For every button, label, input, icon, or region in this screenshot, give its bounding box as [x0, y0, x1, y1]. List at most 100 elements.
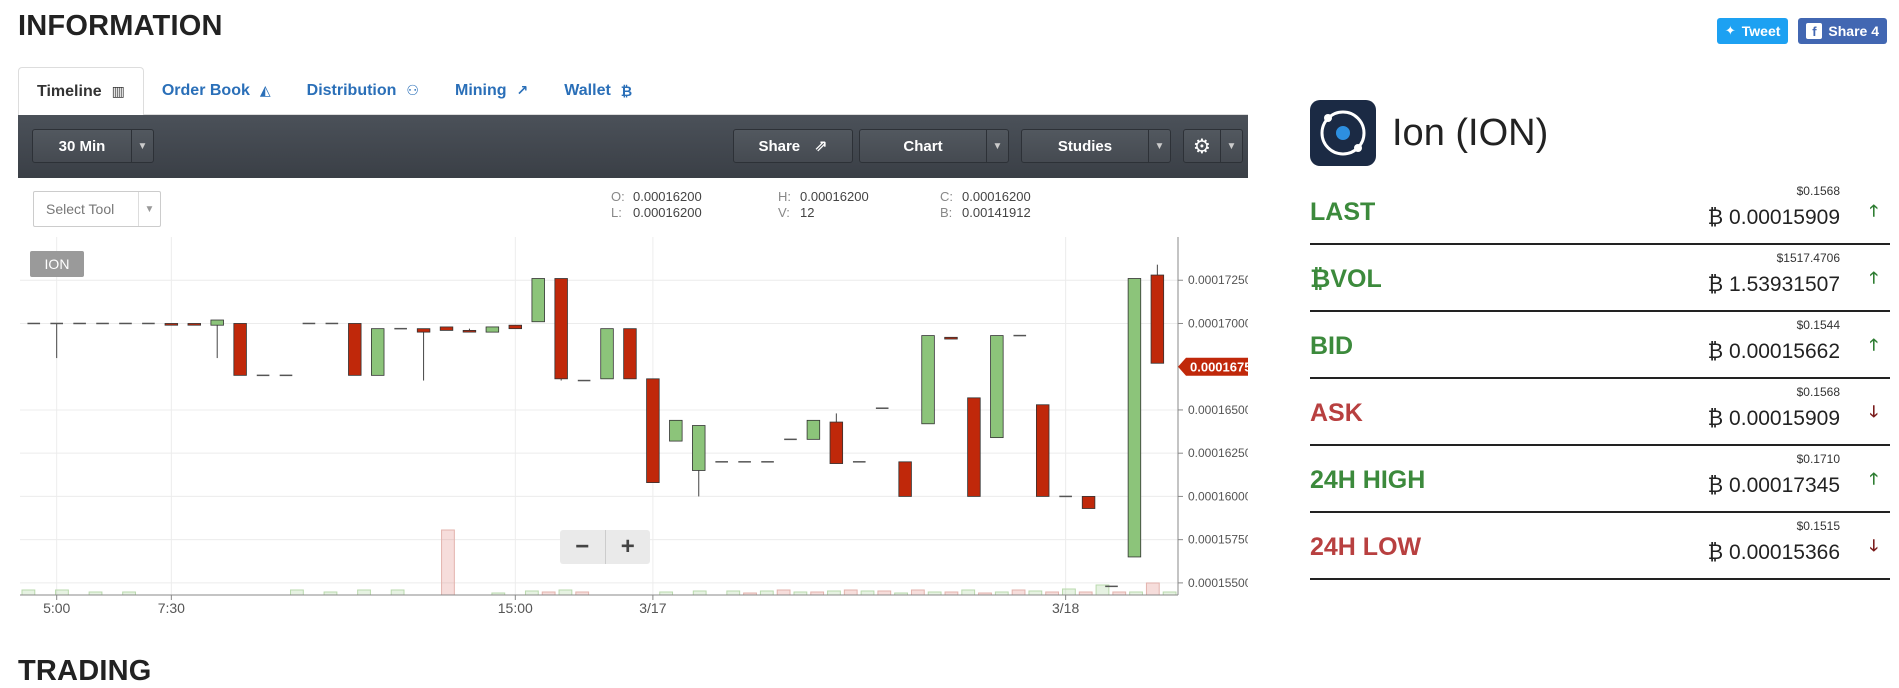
- candle-body: [806, 419, 821, 440]
- social-buttons: ✦ Tweet f Share 4: [1716, 18, 1887, 44]
- tab-label: Order Book: [161, 81, 250, 99]
- volume-bar: [827, 590, 841, 596]
- volume-bar: [55, 589, 69, 596]
- volume-bar: [692, 590, 707, 596]
- volume-bar: [441, 529, 455, 596]
- tab-timeline[interactable]: Timeline ▥: [18, 67, 144, 116]
- candle-body: [623, 328, 637, 380]
- symbol-label: ION: [45, 256, 70, 272]
- ohlc-key: L:: [611, 205, 622, 220]
- candle-body: [600, 328, 614, 380]
- ohlc-volume: 12: [800, 205, 815, 220]
- area-chart-icon: ◭: [259, 82, 271, 98]
- arrow-down-icon: 🡓: [1869, 538, 1878, 555]
- candle-body: [898, 461, 912, 497]
- volume-bar: [726, 590, 741, 596]
- volume-bar: [1062, 588, 1076, 596]
- stat-btc-value: ₿ 0.00017345: [1707, 474, 1840, 497]
- facebook-share-button[interactable]: f Share 4: [1798, 18, 1887, 44]
- twitter-icon: ✦: [1724, 23, 1736, 38]
- candle-body: [921, 335, 935, 425]
- market-stats: LAST $0.1568 ₿ 0.00015909 🡑 ₿VOL $1517.4706 ₿ …: [1310, 178, 1890, 580]
- zoom-in-button[interactable]: +: [606, 530, 651, 564]
- y-tick-label: 0.00017000: [1188, 316, 1248, 330]
- stat-usd-value: $1517.4706: [1776, 251, 1840, 265]
- candle-body: [829, 421, 844, 464]
- candle-body: [485, 326, 500, 333]
- ohlc-close: 0.00016200: [962, 189, 1031, 204]
- stat-row: ASK $0.1568 ₿ 0.00015909 🡓: [1310, 379, 1890, 446]
- chart-panel: 30 Min ▼ Share ⇗ Chart ▼ Studies ▼ ⚙ ▼ S…: [18, 115, 1248, 620]
- coin-header: Ion (ION): [1310, 100, 1548, 166]
- zoom-out-button[interactable]: −: [560, 530, 606, 564]
- ohlc-high: 0.00016200: [800, 189, 869, 204]
- candle-body: [348, 323, 362, 376]
- stat-label: BID: [1310, 332, 1354, 360]
- volume-bar: [290, 589, 304, 596]
- volume-bar: [860, 590, 875, 596]
- share-chart-button[interactable]: Share ⇗: [733, 129, 853, 163]
- stat-label: 24H LOW: [1310, 533, 1422, 561]
- interval-dropdown[interactable]: 30 Min ▼: [32, 129, 154, 163]
- chevron-down-icon: ▼: [1148, 130, 1170, 162]
- volume-bar: [1145, 582, 1160, 596]
- ohlc-open: 0.00016200: [633, 189, 702, 204]
- x-tick-label: 7:30: [158, 600, 185, 615]
- y-tick-label: 0.00017250: [1188, 273, 1248, 287]
- gear-icon: ⚙: [1193, 135, 1211, 158]
- tab-label: Wallet: [564, 81, 611, 99]
- chart-type-dropdown[interactable]: Chart ▼: [859, 129, 1009, 163]
- candle-body: [233, 323, 247, 376]
- section-title-trading: TRADING: [18, 655, 152, 687]
- candle-body: [371, 328, 385, 376]
- ohlc-low: 0.00016200: [633, 205, 702, 220]
- ohlc-high-volume: H: 0.00016200 V: 12: [778, 189, 869, 221]
- candle-body: [1036, 404, 1050, 497]
- tweet-button[interactable]: ✦ Tweet: [1716, 18, 1789, 44]
- tab-mining[interactable]: Mining ↗: [437, 67, 546, 114]
- settings-dropdown[interactable]: ⚙ ▼: [1183, 129, 1243, 163]
- candle-body: [462, 329, 477, 333]
- arrow-up-icon: 🡑: [1869, 471, 1878, 488]
- select-tool-label: Select Tool: [46, 201, 115, 217]
- select-tool-dropdown[interactable]: Select Tool ▼: [33, 191, 161, 227]
- candle-body: [944, 336, 958, 340]
- current-price-label: 0.00016750: [1190, 360, 1248, 375]
- ohlc-close-btc: C: 0.00016200 B: 0.00141912: [940, 189, 1031, 221]
- volume-bar: [961, 589, 976, 596]
- chevron-down-icon: ▼: [1220, 130, 1242, 162]
- volume-bar: [524, 590, 539, 596]
- candle-body: [967, 397, 981, 497]
- candle-body: [508, 324, 523, 330]
- share-icon: ⇗: [814, 138, 828, 155]
- candle-body: [210, 319, 224, 326]
- stat-btc-value: ₿ 0.00015662: [1707, 340, 1840, 363]
- ohlc-key: B:: [940, 205, 953, 220]
- tab-order-book[interactable]: Order Book ◭: [144, 67, 289, 114]
- stat-btc-value: ₿ 0.00015909: [1707, 206, 1840, 229]
- y-tick-label: 0.00016250: [1188, 446, 1248, 460]
- share-chart-label: Share: [758, 137, 801, 155]
- arrow-up-icon: 🡑: [1869, 203, 1878, 220]
- candle-body: [416, 328, 431, 333]
- stat-usd-value: $0.1544: [1796, 318, 1840, 332]
- candle-body: [187, 323, 201, 326]
- chevron-down-icon: ▼: [131, 130, 153, 162]
- chevron-down-icon: ▼: [986, 130, 1008, 162]
- candle-body: [554, 278, 568, 380]
- arrow-up-icon: 🡑: [1869, 337, 1878, 354]
- tab-wallet[interactable]: Wallet ₿: [546, 67, 650, 114]
- ohlc-key: O:: [611, 189, 625, 204]
- volume-bar: [390, 589, 405, 596]
- info-tabs: Timeline ▥ Order Book ◭ Distribution ⚇ M…: [18, 67, 1248, 116]
- interval-label: 30 Min: [58, 137, 106, 155]
- studies-dropdown[interactable]: Studies ▼: [1021, 129, 1171, 163]
- tab-distribution[interactable]: Distribution ⚇: [289, 67, 437, 114]
- ion-logo-icon: [1310, 100, 1376, 166]
- ohlc-btc-volume: 0.00141912: [962, 205, 1031, 220]
- bitcoin-icon: ₿: [620, 82, 633, 99]
- tab-label: Distribution: [306, 81, 397, 99]
- arrow-up-icon: 🡑: [1869, 270, 1878, 287]
- volume-bar: [357, 589, 371, 596]
- line-chart-icon: ↗: [516, 82, 529, 98]
